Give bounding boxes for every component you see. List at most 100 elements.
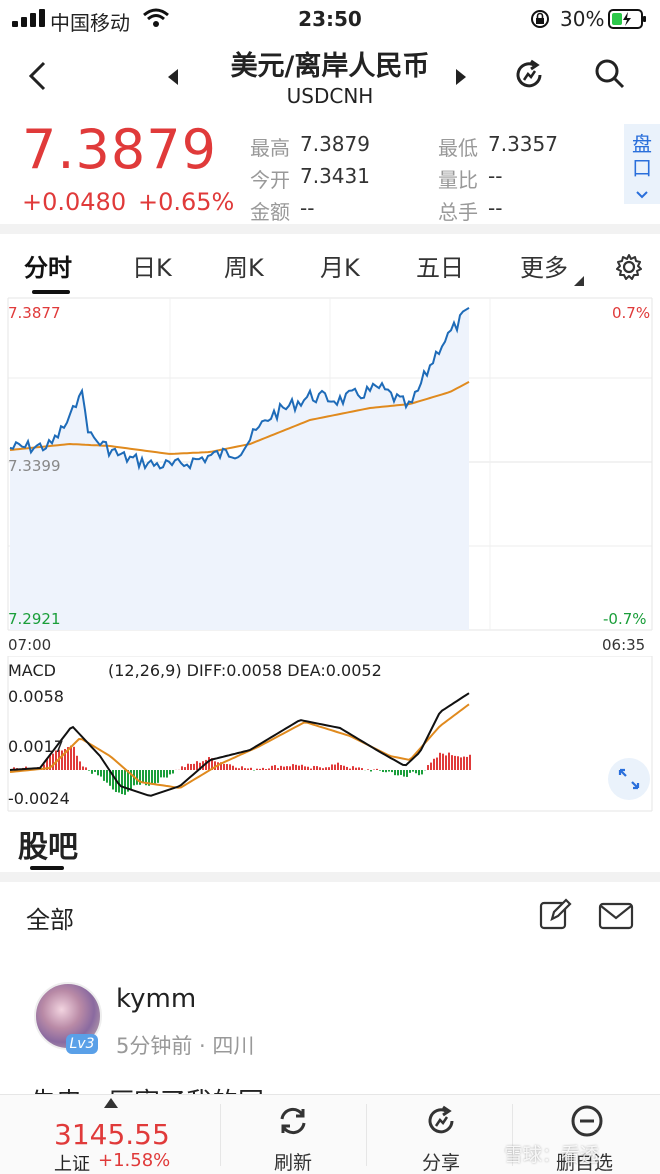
amount-value: -- bbox=[300, 196, 315, 220]
battery-percent: 30% bbox=[560, 7, 605, 31]
open-value: 7.3431 bbox=[300, 164, 370, 188]
level-badge-label: Lv3 bbox=[69, 1036, 95, 1052]
macd-bar-25 bbox=[85, 767, 87, 770]
tab-5[interactable]: 更多 bbox=[520, 248, 568, 283]
macd-bar-44 bbox=[142, 770, 144, 783]
macd-bar-119 bbox=[367, 769, 369, 770]
macd-y-top: 0.0058 bbox=[8, 687, 64, 706]
tab-2[interactable]: 周K bbox=[224, 248, 264, 283]
macd-bar-120 bbox=[370, 770, 372, 772]
macd-bar-61 bbox=[193, 763, 195, 770]
pankou-label: 盘口 bbox=[632, 132, 652, 180]
macd-bar-14 bbox=[52, 753, 54, 770]
macd-bar-53 bbox=[169, 770, 171, 775]
macd-bar-107 bbox=[331, 764, 333, 770]
toolbar-divider bbox=[220, 1104, 221, 1166]
index-change: +1.58% bbox=[98, 1150, 171, 1171]
symbol-code: USDCNH bbox=[286, 84, 374, 108]
macd-chart[interactable] bbox=[0, 656, 660, 812]
macd-bar-83 bbox=[259, 768, 261, 770]
macd-bar-137 bbox=[421, 770, 423, 775]
macd-bar-99 bbox=[307, 766, 309, 770]
macd-bar-135 bbox=[415, 770, 417, 774]
macd-bar-80 bbox=[250, 767, 252, 770]
settings-gear-icon[interactable] bbox=[614, 252, 644, 282]
macd-bar-102 bbox=[316, 766, 318, 770]
macd-bar-26 bbox=[88, 770, 90, 771]
macd-bar-151 bbox=[463, 756, 465, 770]
macd-bar-58 bbox=[184, 767, 186, 770]
macd-bar-100 bbox=[310, 768, 312, 770]
macd-bar-42 bbox=[136, 770, 138, 785]
refresh-icon bbox=[280, 1107, 306, 1135]
macd-bar-109 bbox=[337, 762, 339, 770]
low-label: 最低 bbox=[438, 136, 478, 160]
macd-bar-36 bbox=[118, 770, 120, 793]
message-icon[interactable] bbox=[598, 902, 634, 930]
toolbar-divider bbox=[366, 1104, 367, 1166]
refresh-chart-icon[interactable] bbox=[512, 58, 546, 92]
macd-bar-142 bbox=[436, 757, 438, 770]
expand-chart-button[interactable] bbox=[608, 758, 650, 800]
macd-bar-112 bbox=[346, 766, 348, 770]
tab-0[interactable]: 分时 bbox=[24, 248, 72, 283]
filter-all[interactable]: 全部 bbox=[26, 900, 74, 935]
macd-bar-75 bbox=[235, 767, 237, 770]
macd-bar-85 bbox=[265, 769, 267, 770]
index-value[interactable]: 3145.55 bbox=[54, 1118, 170, 1151]
tab-1[interactable]: 日K bbox=[132, 248, 172, 283]
macd-bar-88 bbox=[274, 765, 276, 770]
macd-bar-24 bbox=[82, 766, 84, 770]
next-symbol-icon[interactable] bbox=[454, 68, 468, 86]
macd-bar-54 bbox=[172, 770, 174, 774]
pankou-button[interactable]: 盘口 bbox=[624, 124, 660, 204]
share-button[interactable]: 分享 bbox=[418, 1104, 466, 1174]
y-axis-mid-label: 7.3399 bbox=[8, 457, 61, 475]
macd-bar-31 bbox=[103, 770, 105, 781]
macd-bar-59 bbox=[187, 763, 189, 770]
ratio-value: -- bbox=[488, 164, 503, 188]
macd-bar-113 bbox=[349, 768, 351, 770]
post-username[interactable]: kymm bbox=[116, 984, 196, 1014]
macd-bar-86 bbox=[268, 768, 270, 770]
macd-bar-127 bbox=[391, 770, 393, 773]
macd-bar-52 bbox=[166, 770, 168, 778]
price-change: +0.0480 bbox=[22, 188, 127, 216]
macd-bar-134 bbox=[412, 770, 414, 772]
macd-bar-139 bbox=[427, 765, 429, 770]
macd-bar-28 bbox=[94, 770, 96, 772]
section-divider bbox=[0, 224, 660, 234]
macd-bar-131 bbox=[403, 770, 405, 777]
index-name: 上证 bbox=[54, 1154, 90, 1174]
dea-line bbox=[9, 703, 470, 789]
macd-bar-101 bbox=[313, 765, 315, 770]
macd-bar-105 bbox=[325, 767, 327, 770]
macd-bar-97 bbox=[301, 764, 303, 770]
macd-bar-47 bbox=[151, 770, 153, 785]
macd-bar-48 bbox=[154, 770, 156, 784]
macd-bar-129 bbox=[397, 770, 399, 776]
tab-4[interactable]: 五日 bbox=[416, 248, 464, 283]
macd-bar-22 bbox=[76, 755, 78, 770]
search-icon[interactable] bbox=[594, 58, 626, 90]
battery-icon bbox=[608, 9, 646, 29]
pct-bottom-label: -0.7% bbox=[603, 610, 647, 628]
high-value: 7.3879 bbox=[300, 132, 370, 156]
macd-bar-92 bbox=[286, 766, 288, 770]
watermark: 雪球：看透 bbox=[504, 1144, 600, 1166]
macd-bar-123 bbox=[379, 770, 381, 771]
macd-bar-29 bbox=[97, 770, 99, 776]
tab-3[interactable]: 月K bbox=[320, 248, 360, 283]
macd-bar-106 bbox=[328, 767, 330, 770]
community-title[interactable]: 股吧 bbox=[18, 822, 78, 866]
macd-bar-78 bbox=[244, 768, 246, 770]
refresh-button[interactable]: 刷新 bbox=[270, 1104, 318, 1174]
index-up-triangle-icon bbox=[104, 1098, 118, 1108]
macd-bar-96 bbox=[298, 765, 300, 770]
macd-bar-76 bbox=[238, 768, 240, 770]
intraday-price-chart[interactable] bbox=[0, 296, 660, 632]
macd-bar-147 bbox=[451, 755, 453, 770]
active-tab-underline bbox=[32, 290, 70, 294]
compose-post-icon[interactable] bbox=[538, 898, 572, 932]
section-divider bbox=[0, 872, 660, 882]
